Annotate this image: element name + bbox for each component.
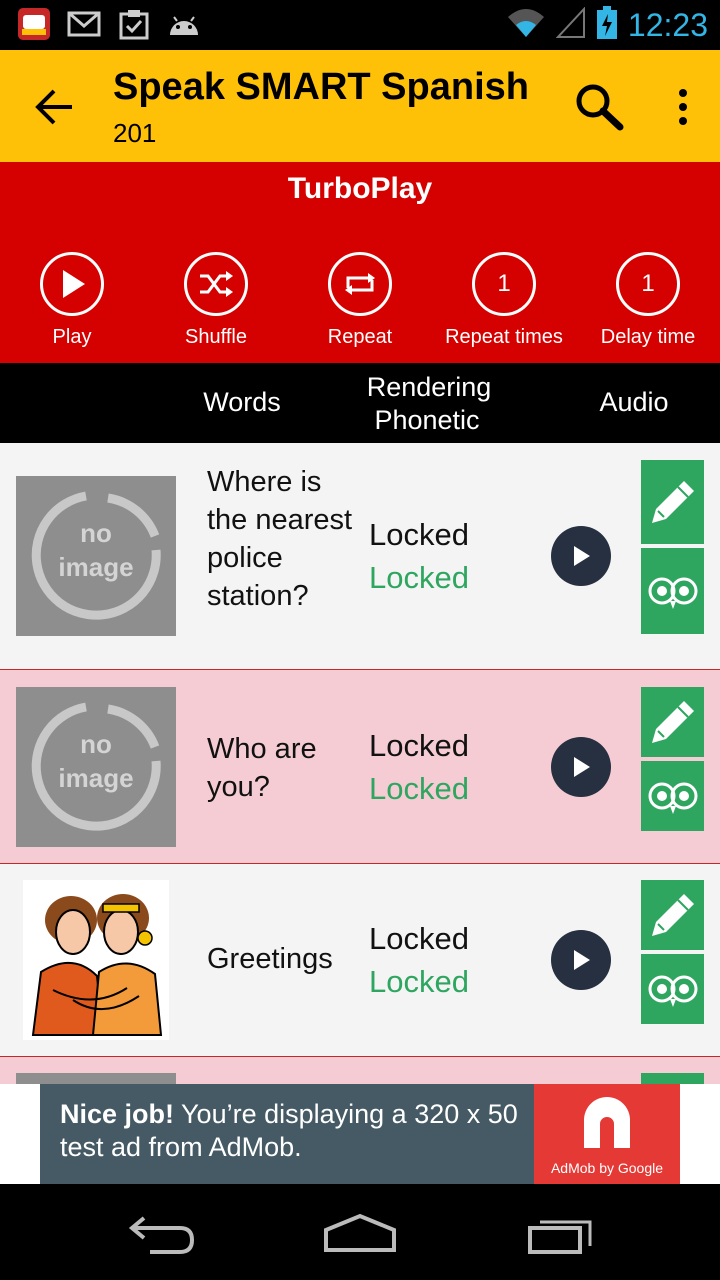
battery-charging-icon <box>596 5 618 45</box>
column-rendering: Rendering <box>366 372 492 402</box>
pencil-icon <box>651 701 694 743</box>
repeat-label: Repeat <box>327 326 393 348</box>
turbo-delay-time-button[interactable]: 1 Delay time <box>576 252 720 349</box>
ad-headline: Nice job! <box>60 1099 175 1129</box>
wifi-icon <box>506 7 546 44</box>
placeholder-text: image <box>58 552 134 582</box>
nav-home-icon[interactable] <box>320 1208 400 1258</box>
ad-banner[interactable]: Nice job! You’re displaying a 320 x 50 t… <box>40 1084 680 1184</box>
delay-time-value: 1 <box>616 252 680 316</box>
ad-text: Nice job! You’re displaying a 320 x 50 t… <box>60 1098 540 1164</box>
phrase-list[interactable]: no image Where is the nearest police sta… <box>0 443 720 1084</box>
owl-icon <box>648 577 697 609</box>
phonetic-text: Locked <box>369 771 469 806</box>
greeting-illustration <box>23 880 169 1040</box>
no-image-placeholder: no image <box>16 476 176 636</box>
rendering-text: Locked <box>369 921 469 956</box>
placeholder-text: no <box>80 518 112 548</box>
gmail-icon <box>66 6 102 42</box>
owl-button[interactable] <box>641 954 704 1024</box>
repeat-icon <box>328 252 392 316</box>
list-item[interactable] <box>0 1057 720 1084</box>
repeat-times-label: Repeat times <box>445 326 563 348</box>
owl-icon <box>648 975 697 1007</box>
app-notification-icon <box>16 6 52 42</box>
column-audio: Audio <box>599 387 669 417</box>
column-words: Words <box>203 387 281 417</box>
page-title: Speak SMART Spanish <box>113 66 529 108</box>
play-label: Play <box>52 326 92 348</box>
audio-play-button[interactable] <box>551 737 611 797</box>
play-icon <box>40 252 104 316</box>
turbo-play-button[interactable]: Play <box>0 252 144 349</box>
shuffle-icon <box>184 252 248 316</box>
no-image-placeholder <box>16 1073 176 1084</box>
placeholder-text: no <box>80 729 112 759</box>
phonetic-text: Locked <box>369 964 469 999</box>
android-icon <box>166 6 202 42</box>
no-image-placeholder: no image <box>16 687 176 847</box>
phrase-text: Greetings <box>207 943 333 975</box>
back-button[interactable] <box>30 84 80 130</box>
ad-brand: AdMob by Google <box>550 1160 664 1176</box>
delay-time-label: Delay time <box>600 326 696 348</box>
turboplay-title: TurboPlay <box>287 172 433 205</box>
nav-recents-icon[interactable] <box>520 1208 600 1258</box>
owl-icon <box>648 782 697 814</box>
clock: 12:23 <box>627 6 708 43</box>
shuffle-label: Shuffle <box>185 326 247 348</box>
rendering-text: Locked <box>369 728 469 763</box>
repeat-times-value: 1 <box>472 252 536 316</box>
turbo-repeat-times-button[interactable]: 1 Repeat times <box>432 252 576 349</box>
admob-logo: AdMob by Google <box>534 1084 680 1184</box>
turboplay-panel: TurboPlay Play Shuffle Repeat 1 Repeat t… <box>0 162 720 363</box>
edit-button[interactable] <box>641 1073 704 1084</box>
app-toolbar: Speak SMART Spanish 201 <box>0 50 720 162</box>
turbo-repeat-button[interactable]: Repeat <box>288 252 432 349</box>
system-nav-bar <box>0 1184 720 1280</box>
audio-play-button[interactable] <box>551 526 611 586</box>
ad-banner-container: Nice job! You’re displaying a 320 x 50 t… <box>0 1084 720 1184</box>
phrase-text: Where is the nearest police station? <box>207 466 353 612</box>
pencil-icon <box>651 481 694 523</box>
rendering-text: Locked <box>369 517 469 552</box>
page-subtitle: 201 <box>113 118 157 148</box>
phrase-text: Who are you? <box>207 733 317 803</box>
column-header: Words Rendering Phonetic Audio <box>0 363 720 443</box>
phonetic-text: Locked <box>369 560 469 595</box>
status-bar: 12:23 <box>0 0 720 50</box>
audio-play-button[interactable] <box>551 930 611 990</box>
signal-icon <box>555 5 586 44</box>
owl-button[interactable] <box>641 761 704 831</box>
search-button[interactable] <box>570 80 630 134</box>
list-item[interactable]: no image Where is the nearest police sta… <box>0 443 720 670</box>
clipboard-check-icon <box>116 6 152 42</box>
owl-button[interactable] <box>641 548 704 634</box>
list-item[interactable]: Greetings Locked Locked <box>0 864 720 1057</box>
turbo-shuffle-button[interactable]: Shuffle <box>144 252 288 349</box>
placeholder-text: image <box>58 763 134 793</box>
edit-button[interactable] <box>641 687 704 757</box>
edit-button[interactable] <box>641 460 704 544</box>
column-phonetic: Phonetic <box>374 405 480 435</box>
list-item[interactable]: no image Who are you? Locked Locked <box>0 670 720 864</box>
edit-button[interactable] <box>641 880 704 950</box>
nav-back-icon[interactable] <box>120 1208 200 1258</box>
pencil-icon <box>651 894 694 936</box>
overflow-menu-button[interactable] <box>668 86 698 132</box>
